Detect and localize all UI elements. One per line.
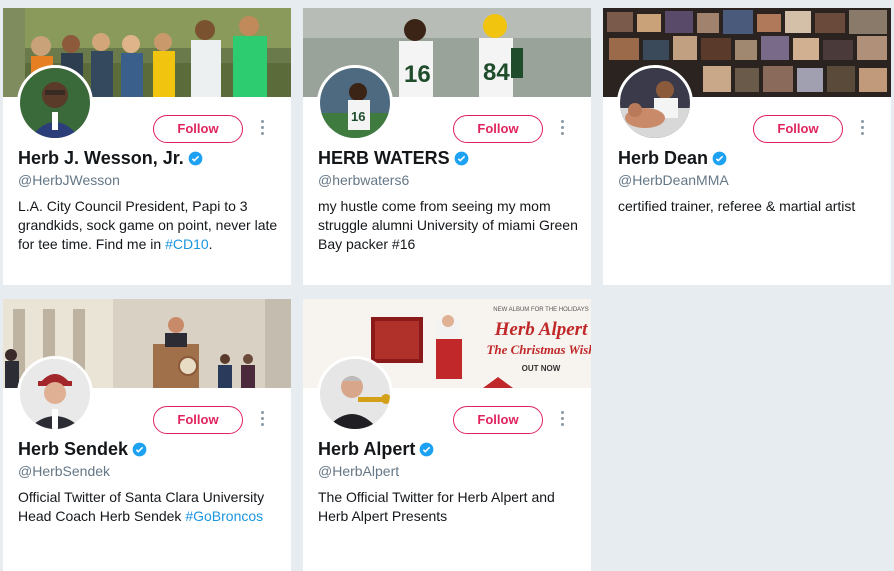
verified-icon <box>188 151 203 166</box>
avatar[interactable] <box>17 65 93 141</box>
verified-icon <box>419 442 434 457</box>
follow-button[interactable]: Follow <box>153 406 243 434</box>
user-handle: @HerbAlpert <box>318 463 400 479</box>
follow-button[interactable]: Follow <box>153 115 243 143</box>
bio-suffix: . <box>208 236 213 252</box>
user-card: 16 84 16 Follow HERB WATERS @herbwaters6… <box>303 8 591 285</box>
avatar[interactable] <box>17 356 93 432</box>
more-options-icon[interactable] <box>257 411 267 429</box>
user-bio: certified trainer, referee & martial art… <box>618 198 856 214</box>
follow-button[interactable]: Follow <box>453 406 543 434</box>
display-name[interactable]: HERB WATERS <box>318 148 450 169</box>
display-name[interactable]: Herb Sendek <box>18 439 128 460</box>
verified-icon <box>712 151 727 166</box>
svg-text:16: 16 <box>404 61 431 88</box>
display-name[interactable]: Herb Dean <box>618 148 708 169</box>
bio-text: L.A. City Council President, Papi to 3 g… <box>18 198 278 252</box>
banner-alpert-subtitle: The Christmas Wish <box>486 342 591 357</box>
name-row: Herb J. Wesson, Jr. <box>18 148 203 169</box>
bio-hashtag-link[interactable]: #CD10 <box>165 236 209 252</box>
user-card: Follow Herb Dean @HerbDeanMMA certified … <box>603 8 891 285</box>
display-name[interactable]: Herb Alpert <box>318 439 415 460</box>
user-handle: @HerbSendek <box>18 463 111 479</box>
more-options-icon[interactable] <box>257 120 267 138</box>
follow-button[interactable]: Follow <box>753 115 843 143</box>
user-bio: L.A. City Council President, Papi to 3 g… <box>18 197 280 254</box>
avatar[interactable] <box>617 65 693 141</box>
user-handle: @HerbJWesson <box>18 172 120 188</box>
avatar[interactable] <box>317 356 393 432</box>
user-handle: @herbwaters6 <box>318 172 410 188</box>
verified-icon <box>454 151 469 166</box>
avatar[interactable]: 16 <box>317 65 393 141</box>
user-handle: @HerbDeanMMA <box>618 172 729 188</box>
more-options-icon[interactable] <box>557 120 567 138</box>
user-card: NEW ALBUM FOR THE HOLIDAYS Herb Alpert T… <box>303 299 591 571</box>
banner-new-album-text: NEW ALBUM FOR THE HOLIDAYS <box>493 307 588 313</box>
user-bio: Official Twitter of Santa Clara Universi… <box>18 488 280 526</box>
more-options-icon[interactable] <box>557 411 567 429</box>
display-name[interactable]: Herb J. Wesson, Jr. <box>18 148 184 169</box>
user-bio: my hustle come from seeing my mom strugg… <box>318 198 578 252</box>
user-card: Follow Herb Sendek @HerbSendek Official … <box>3 299 291 571</box>
svg-text:16: 16 <box>351 109 365 124</box>
user-card: Follow Herb J. Wesson, Jr. @HerbJWesson … <box>3 8 291 285</box>
bio-hashtag-link[interactable]: #GoBroncos <box>185 508 263 524</box>
more-options-icon[interactable] <box>857 120 867 138</box>
verified-icon <box>132 442 147 457</box>
user-bio: The Official Twitter for Herb Alpert and… <box>318 489 555 524</box>
follow-button[interactable]: Follow <box>453 115 543 143</box>
name-row: Herb Dean <box>618 148 727 169</box>
banner-out-now: OUT NOW <box>522 364 561 373</box>
name-row: HERB WATERS <box>318 148 469 169</box>
banner-alpert-title: Herb Alpert <box>494 319 588 340</box>
name-row: Herb Sendek <box>18 439 147 460</box>
name-row: Herb Alpert <box>318 439 434 460</box>
svg-text:84: 84 <box>483 59 510 86</box>
